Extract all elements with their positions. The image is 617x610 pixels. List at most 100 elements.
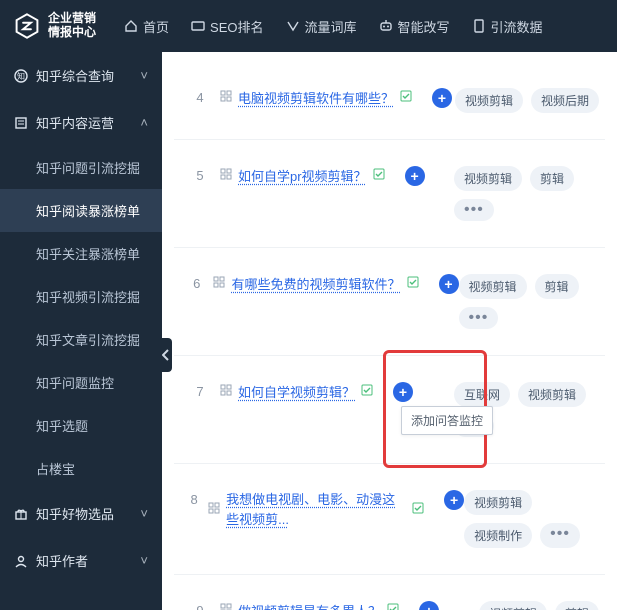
- ai-icon: [379, 19, 393, 33]
- more-tags-button[interactable]: •••: [540, 523, 580, 548]
- tag[interactable]: 视频剪辑: [464, 490, 532, 515]
- list-row-8: 8 我想做电视剧、电影、动漫这些视频剪... + 视频剪辑视频制作 •••: [174, 464, 605, 575]
- sidebar-sub-3[interactable]: 知乎视频引流挖掘: [0, 275, 162, 318]
- add-monitor-button[interactable]: +: [444, 490, 464, 510]
- question-link[interactable]: 做视频剪辑是有多累人？: [238, 601, 381, 610]
- tag[interactable]: 视频后期: [531, 88, 599, 113]
- sidebar-sub-5[interactable]: 知乎问题监控: [0, 361, 162, 404]
- row-index: 9: [180, 601, 220, 610]
- grid-icon: [220, 90, 232, 105]
- more-tags-button[interactable]: •••: [454, 199, 494, 221]
- add-monitor-button[interactable]: +: [439, 274, 459, 294]
- question-link[interactable]: 如何自学pr视频剪辑？: [238, 166, 367, 185]
- chevron-down-icon: ˄: [140, 115, 148, 130]
- topnav-label: 首页: [143, 17, 169, 36]
- sidebar-group-label: 知乎作者: [36, 551, 88, 570]
- sidebar-group-3[interactable]: 知乎作者 ˅: [0, 537, 162, 584]
- chevron-left-icon: [162, 349, 170, 361]
- tag-list: 视频剪辑剪辑 •••: [459, 274, 600, 329]
- topnav-item-2[interactable]: 流量词库: [286, 17, 357, 36]
- question-link[interactable]: 如何自学视频剪辑？: [238, 382, 355, 401]
- question-link[interactable]: 我想做电视剧、电影、动漫这些视频剪...: [226, 490, 406, 529]
- add-monitor-button[interactable]: +: [405, 166, 425, 186]
- verified-icon: [373, 168, 385, 183]
- verified-icon: [412, 502, 424, 517]
- topnav-item-3[interactable]: 智能改写: [379, 17, 450, 36]
- sidebar-sub-7[interactable]: 占楼宝: [0, 447, 162, 490]
- sidebar-group-2[interactable]: 知乎好物选品 ˅: [0, 490, 162, 537]
- doc-icon: [14, 116, 28, 130]
- question-link[interactable]: 有哪些免费的视频剪辑软件？: [231, 274, 400, 293]
- row-title-wrap: 我想做电视剧、电影、动漫这些视频剪...: [208, 490, 424, 529]
- sidebar: 知知乎综合查询˅知乎内容运营˄知乎问题引流挖掘知乎阅读暴涨榜单知乎关注暴涨榜单知…: [0, 52, 162, 610]
- add-monitor-tooltip: 添加问答监控: [401, 406, 493, 435]
- brand-logo: 企业营销情报中心: [14, 12, 96, 40]
- sidebar-collapse-toggle[interactable]: [160, 338, 172, 372]
- brand-line2: 情报中心: [48, 26, 96, 40]
- tag[interactable]: 视频剪辑: [455, 88, 523, 113]
- tag[interactable]: 视频制作: [464, 523, 532, 548]
- add-monitor-button[interactable]: +: [432, 88, 452, 108]
- row-title-wrap: 有哪些免费的视频剪辑软件？: [213, 274, 418, 293]
- sidebar-sub-4[interactable]: 知乎文章引流挖掘: [0, 318, 162, 361]
- verified-icon: [387, 603, 399, 610]
- tag[interactable]: 剪辑: [535, 274, 579, 299]
- topnav-item-4[interactable]: 引流数据: [472, 17, 543, 36]
- sidebar-sub-2[interactable]: 知乎关注暴涨榜单: [0, 232, 162, 275]
- row-title-wrap: 电脑视频剪辑软件有哪些？: [220, 88, 412, 107]
- topnav-item-0[interactable]: 首页: [124, 17, 169, 36]
- user-icon: [14, 554, 28, 568]
- gift-icon: [14, 507, 28, 521]
- list-row-7: 7 如何自学视频剪辑？ + 互联网视频剪辑•••: [174, 356, 605, 464]
- tag[interactable]: 视频剪辑: [459, 274, 527, 299]
- grid-icon: [220, 384, 232, 399]
- svg-text:知: 知: [17, 71, 25, 81]
- sidebar-group-label: 知乎好物选品: [36, 504, 114, 523]
- more-tags-button[interactable]: •••: [459, 307, 499, 329]
- row-title-wrap: 如何自学pr视频剪辑？: [220, 166, 385, 185]
- list-row-9: 9 做视频剪辑是有多累人？ + 视频剪辑剪辑: [174, 575, 605, 610]
- tag[interactable]: 剪辑: [530, 166, 574, 191]
- sidebar-sub-6[interactable]: 知乎选题: [0, 404, 162, 447]
- tag-list: 视频剪辑视频制作 •••: [464, 490, 599, 548]
- zhi-icon: 知: [14, 69, 28, 83]
- topnav-label: SEO排名: [210, 17, 263, 36]
- add-monitor-button[interactable]: +: [393, 382, 413, 402]
- home-icon: [124, 19, 138, 33]
- words-icon: [286, 19, 300, 33]
- question-link[interactable]: 电脑视频剪辑软件有哪些？: [238, 88, 394, 107]
- verified-icon: [400, 90, 412, 105]
- chevron-down-icon: ˅: [140, 506, 148, 521]
- row-index: 8: [180, 490, 208, 507]
- chevron-down-icon: ˅: [140, 553, 148, 568]
- top-nav: 企业营销情报中心 首页 SEO排名 流量词库 智能改写 引流数据: [0, 0, 617, 52]
- grid-icon: [220, 168, 232, 183]
- phone-icon: [472, 19, 486, 33]
- tag[interactable]: 剪辑: [555, 601, 599, 610]
- tag-list: 视频剪辑视频后期: [455, 88, 599, 113]
- sidebar-group-1[interactable]: 知乎内容运营 ˄: [0, 99, 162, 146]
- verified-icon: [361, 384, 373, 399]
- sidebar-sub-1[interactable]: 知乎阅读暴涨榜单: [0, 189, 162, 232]
- add-monitor-button[interactable]: +: [419, 601, 439, 610]
- sidebar-group-0[interactable]: 知知乎综合查询˅: [0, 52, 162, 99]
- sidebar-group-label: 知乎综合查询: [36, 66, 114, 85]
- tag[interactable]: 视频剪辑: [479, 601, 547, 610]
- list-row-6: 6 有哪些免费的视频剪辑软件？ + 视频剪辑剪辑 •••: [174, 248, 605, 356]
- grid-icon: [220, 603, 232, 610]
- sidebar-sub-0[interactable]: 知乎问题引流挖掘: [0, 146, 162, 189]
- tag[interactable]: 视频剪辑: [454, 166, 522, 191]
- list-row-5: 5 如何自学pr视频剪辑？ + 视频剪辑剪辑 •••: [174, 140, 605, 248]
- verified-icon: [407, 276, 419, 291]
- topnav-label: 流量词库: [305, 17, 357, 36]
- tag-list: 视频剪辑剪辑 •••: [454, 166, 599, 221]
- row-index: 6: [180, 274, 213, 291]
- grid-icon: [213, 276, 225, 291]
- topnav-item-1[interactable]: SEO排名: [191, 17, 263, 36]
- grid-icon: [208, 502, 220, 517]
- tag[interactable]: 视频剪辑: [518, 382, 586, 407]
- tag[interactable]: 互联网: [454, 382, 510, 407]
- topnav-label: 引流数据: [491, 17, 543, 36]
- row-index: 5: [180, 166, 220, 183]
- sidebar-group-label: 知乎内容运营: [36, 113, 114, 132]
